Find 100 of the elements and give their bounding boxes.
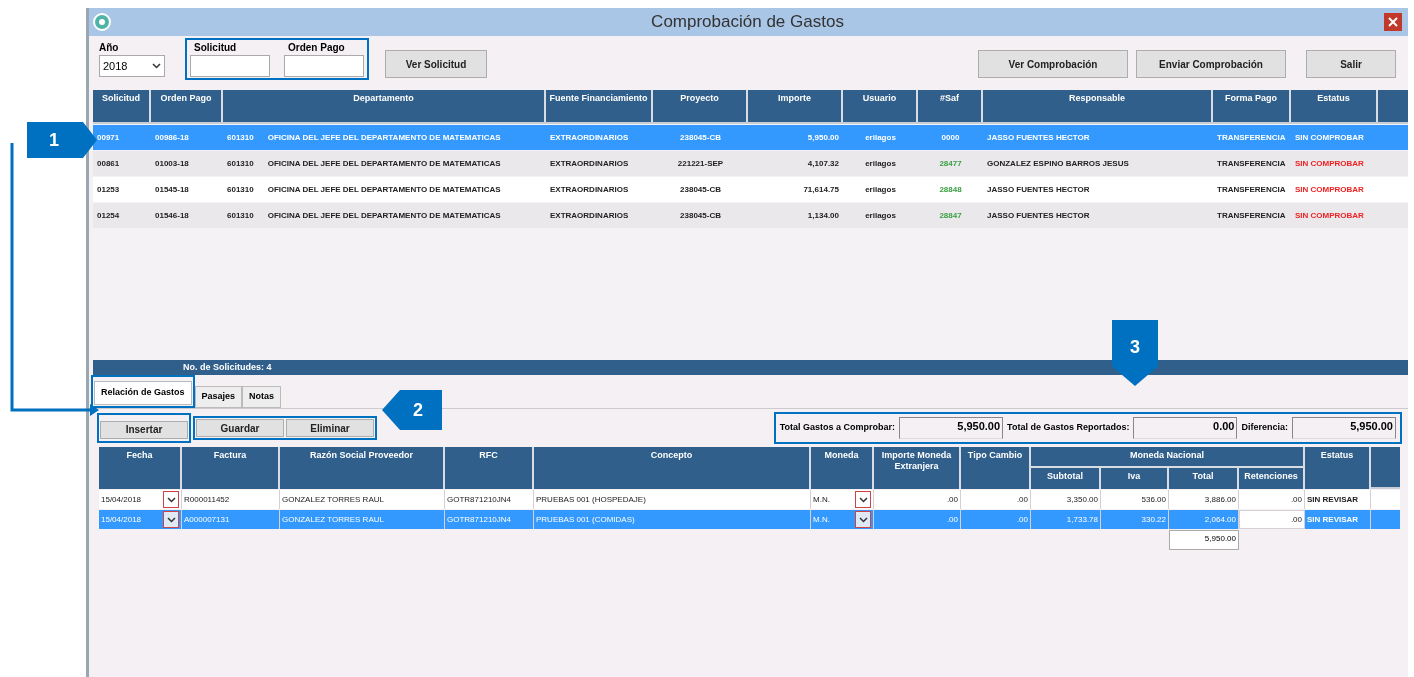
- table-cell-text: erilagos: [864, 157, 897, 170]
- input-field[interactable]: [284, 55, 364, 77]
- column-header: Total: [1169, 468, 1239, 489]
- column-header: Iva: [1101, 468, 1169, 489]
- table-cell-text: 00861: [96, 157, 121, 170]
- table-cell-text: erilagos: [864, 209, 897, 222]
- table-cell-text: 01254: [96, 209, 121, 222]
- action-button[interactable]: Ver Comprobación: [978, 50, 1128, 78]
- table-cell: 536.00: [1101, 490, 1169, 509]
- table-cell-text: 4,107.32: [806, 157, 840, 170]
- table-cell-text: OFICINA DEL JEFE DEL DEPARTAMENTO DE MATEMATICAS: [266, 209, 502, 222]
- table-cell-text: 0000: [940, 131, 961, 144]
- table-cell-text: 238045-CB: [679, 183, 722, 196]
- grand-total-field: 5,950.00: [1169, 530, 1239, 550]
- table-row[interactable]: 15/04/2018 R000011452 GONZALEZ TORRES RAUL GOTR871210JN4 PRUEBAS 001 (HOSPEDAJE) M.N. .00 .00 3,350.00 536.00 3,886.00 .00 SIN REVISAR: [99, 490, 1400, 509]
- action-button[interactable]: Insertar: [100, 420, 188, 439]
- column-header: Moneda: [811, 447, 874, 489]
- table-cell: SIN REVISAR: [1305, 510, 1371, 529]
- table-cell: .00: [1239, 490, 1305, 509]
- close-icon: [1388, 17, 1398, 27]
- table-cell-text: 01003-18: [154, 157, 190, 170]
- table-cell: GOTR871210JN4: [445, 510, 534, 529]
- table-cell-text: 238045-CB: [679, 131, 722, 144]
- table-cell-text: EXTRAORDINARIOS: [549, 183, 630, 196]
- input-field[interactable]: [190, 55, 270, 77]
- tab[interactable]: Relación de Gastos: [94, 381, 192, 405]
- action-button[interactable]: Salir: [1306, 50, 1396, 78]
- total-field: 5,950.00: [899, 417, 1004, 439]
- table-cell: 330.22: [1101, 510, 1169, 529]
- table-cell-text: TRANSFERENCIA: [1216, 183, 1287, 196]
- table-cell: .00: [874, 510, 961, 529]
- column-header: Concepto: [534, 447, 811, 489]
- table-cell-text: erilagos: [864, 131, 897, 144]
- action-button[interactable]: Ver Solicitud: [385, 50, 487, 78]
- dropdown-button[interactable]: [163, 491, 179, 508]
- table-cell: M.N.: [813, 493, 830, 506]
- table-row[interactable]: 00861 01003-18 601310 OFICINA DEL JEFE DEL DEPARTAMENTO DE MATEMATICAS EXTRAORDINARIOS 221221-SEP 4,107.32 erilagos 28477 GONZALEZ ESPINO BARROS JESUS TRANSFERENCIA SIN COMPROBAR: [93, 151, 1408, 176]
- table-cell: GOTR871210JN4: [445, 490, 534, 509]
- table-row[interactable]: 01253 01545-18 601310 OFICINA DEL JEFE DEL DEPARTAMENTO DE MATEMATICAS EXTRAORDINARIOS 238045-CB 71,614.75 erilagos 28848 JASSO FUENTES HECTOR TRANSFERENCIA SIN COMPROBAR: [93, 177, 1408, 202]
- dropdown-button[interactable]: [855, 511, 871, 528]
- table-cell-text: 00986-18: [154, 131, 190, 144]
- window-title: Comprobación de Gastos: [651, 11, 844, 34]
- table-cell: .00: [961, 490, 1031, 509]
- table-cell-text: OFICINA DEL JEFE DEL DEPARTAMENTO DE MATEMATICAS: [266, 183, 502, 196]
- dropdown-button[interactable]: [163, 511, 179, 528]
- table-cell-text: erilagos: [864, 183, 897, 196]
- table-cell: R000011452: [182, 490, 280, 509]
- table-cell-text: 601310: [226, 183, 255, 196]
- action-button[interactable]: Enviar Comprobación: [1136, 50, 1286, 78]
- table-cell-text: 01545-18: [154, 183, 190, 196]
- table-cell-text: EXTRAORDINARIOS: [549, 209, 630, 222]
- table-cell-text: 5,950.00: [806, 131, 840, 144]
- tab[interactable]: Notas: [242, 386, 282, 408]
- table-row[interactable]: 15/04/2018 A000007131 GONZALEZ TORRES RAUL GOTR871210JN4 PRUEBAS 001 (COMIDAS) M.N. .00 .00 1,733.78 330.22 2,064.00 .00 SIN REVISAR: [99, 510, 1400, 529]
- table-cell-text: 71,614.75: [802, 183, 840, 196]
- table-row[interactable]: 01254 01546-18 601310 OFICINA DEL JEFE DEL DEPARTAMENTO DE MATEMATICAS EXTRAORDINARIOS 238045-CB 1,134.00 erilagos 28847 JASSO FUENTES HECTOR TRANSFERENCIA SIN COMPROBAR: [93, 203, 1408, 228]
- column-header: Subtotal: [1031, 468, 1101, 489]
- table-cell: PRUEBAS 001 (COMIDAS): [534, 510, 811, 529]
- table-cell: A000007131: [182, 510, 280, 529]
- close-button[interactable]: [1384, 13, 1402, 31]
- table-cell-text: 28848: [938, 183, 963, 196]
- table-cell-text: 238045-CB: [679, 209, 722, 222]
- table-cell-text: 28847: [938, 209, 963, 222]
- table-cell-text: SIN COMPROBAR: [1294, 209, 1365, 222]
- table-cell: M.N.: [813, 513, 830, 526]
- total-field: 0.00: [1133, 417, 1238, 439]
- table-cell-text: 01546-18: [154, 209, 190, 222]
- column-header: Factura: [182, 447, 280, 489]
- table-cell-text: 1,134.00: [806, 209, 840, 222]
- table-cell-text: 601310: [226, 131, 255, 144]
- table-cell: GONZALEZ TORRES RAUL: [280, 490, 445, 509]
- table-cell: .00: [1239, 510, 1305, 529]
- table-cell-text: SIN COMPROBAR: [1294, 131, 1365, 144]
- table-cell: 3,886.00: [1169, 490, 1239, 509]
- dropdown-button[interactable]: [855, 491, 871, 508]
- chevron-down-icon: [152, 63, 161, 69]
- table-cell-text: TRANSFERENCIA: [1216, 209, 1287, 222]
- table-cell-text: OFICINA DEL JEFE DEL DEPARTAMENTO DE MATEMATICAS: [266, 157, 502, 170]
- table-cell-text: 00971: [96, 131, 121, 144]
- chevron-down-icon: [858, 496, 868, 503]
- action-button[interactable]: Eliminar: [286, 419, 374, 437]
- chevron-down-icon: [166, 496, 176, 503]
- column-header: Tipo Cambio: [961, 447, 1031, 489]
- column-header: RFC: [445, 447, 534, 489]
- chevron-down-icon: [166, 516, 176, 523]
- table-cell: 3,350.00: [1031, 490, 1101, 509]
- column-header: Retenciones: [1239, 468, 1305, 489]
- action-button[interactable]: Guardar: [196, 419, 284, 437]
- field-label: Año: [99, 41, 120, 55]
- tab[interactable]: Pasajes: [194, 386, 243, 408]
- year-select[interactable]: 2018: [99, 55, 165, 77]
- table-cell-text: GONZALEZ ESPINO BARROS JESUS: [986, 157, 1130, 170]
- table-cell-text: 601310: [226, 209, 255, 222]
- callout-badge: 1: [27, 122, 97, 158]
- table-cell: .00: [874, 490, 961, 509]
- table-cell-text: EXTRAORDINARIOS: [549, 131, 630, 144]
- table-cell-text: 28477: [938, 157, 963, 170]
- table-cell-text: JASSO FUENTES HECTOR: [986, 131, 1091, 144]
- table-cell: .00: [961, 510, 1031, 529]
- table-cell: 15/04/2018: [101, 513, 142, 526]
